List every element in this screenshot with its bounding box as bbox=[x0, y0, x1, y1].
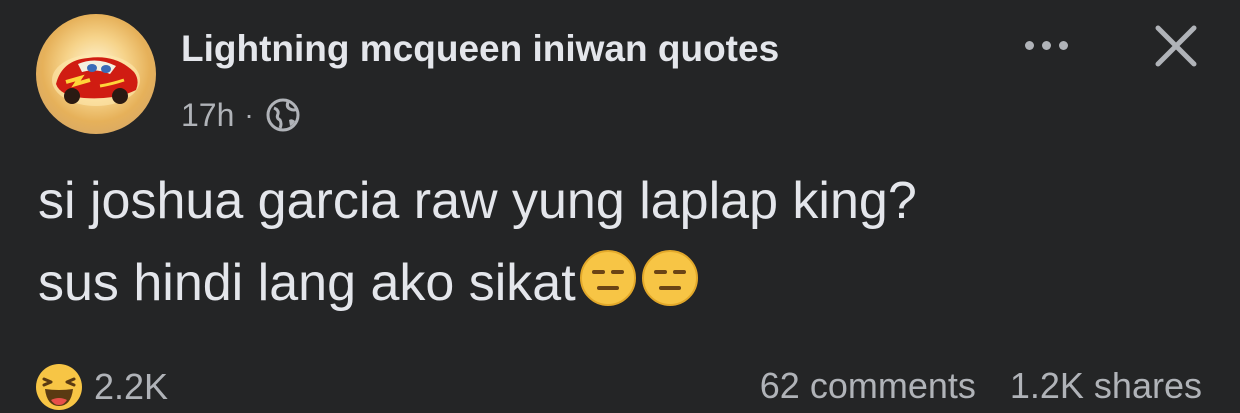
page-name[interactable]: Lightning mcqueen iniwan quotes bbox=[181, 28, 779, 70]
comments-count-link[interactable]: 62 comments bbox=[760, 365, 976, 407]
reaction-count: 2.2K bbox=[94, 366, 169, 407]
post-meta: 17h · bbox=[181, 94, 302, 136]
shares-count-link[interactable]: 1.2K shares bbox=[1010, 365, 1202, 407]
expressionless-face-emoji bbox=[578, 248, 638, 308]
post-body: si joshua garcia raw yung laplap king? s… bbox=[38, 160, 1218, 324]
meta-separator: · bbox=[244, 99, 254, 130]
page-avatar[interactable] bbox=[36, 14, 156, 134]
close-button[interactable] bbox=[1148, 18, 1204, 74]
more-horizontal-icon-dot bbox=[1058, 40, 1068, 50]
race-car-avatar-image bbox=[52, 54, 140, 106]
post-card: Lightning mcqueen iniwan quotes 17h · si… bbox=[0, 0, 1240, 413]
post-text-line-with-emoji: sus hindi lang ako sikat bbox=[38, 242, 1218, 324]
more-horizontal-icon-dot bbox=[1041, 40, 1051, 50]
post-text-line: si joshua garcia raw yung laplap king? bbox=[38, 172, 917, 230]
globe-icon bbox=[266, 98, 300, 132]
more-options-button[interactable] bbox=[1012, 22, 1080, 68]
post-text-line: sus hindi lang ako sikat bbox=[38, 254, 576, 312]
post-timestamp[interactable]: 17h bbox=[181, 97, 234, 134]
close-icon bbox=[1155, 25, 1197, 67]
more-horizontal-icon-dot bbox=[1024, 40, 1034, 50]
expressionless-face-emoji bbox=[640, 248, 700, 308]
reaction-summary[interactable]: 2.2K bbox=[34, 362, 168, 412]
haha-reaction-icon bbox=[34, 362, 84, 412]
engagement-stats: 62 comments 1.2K shares bbox=[760, 365, 1202, 407]
